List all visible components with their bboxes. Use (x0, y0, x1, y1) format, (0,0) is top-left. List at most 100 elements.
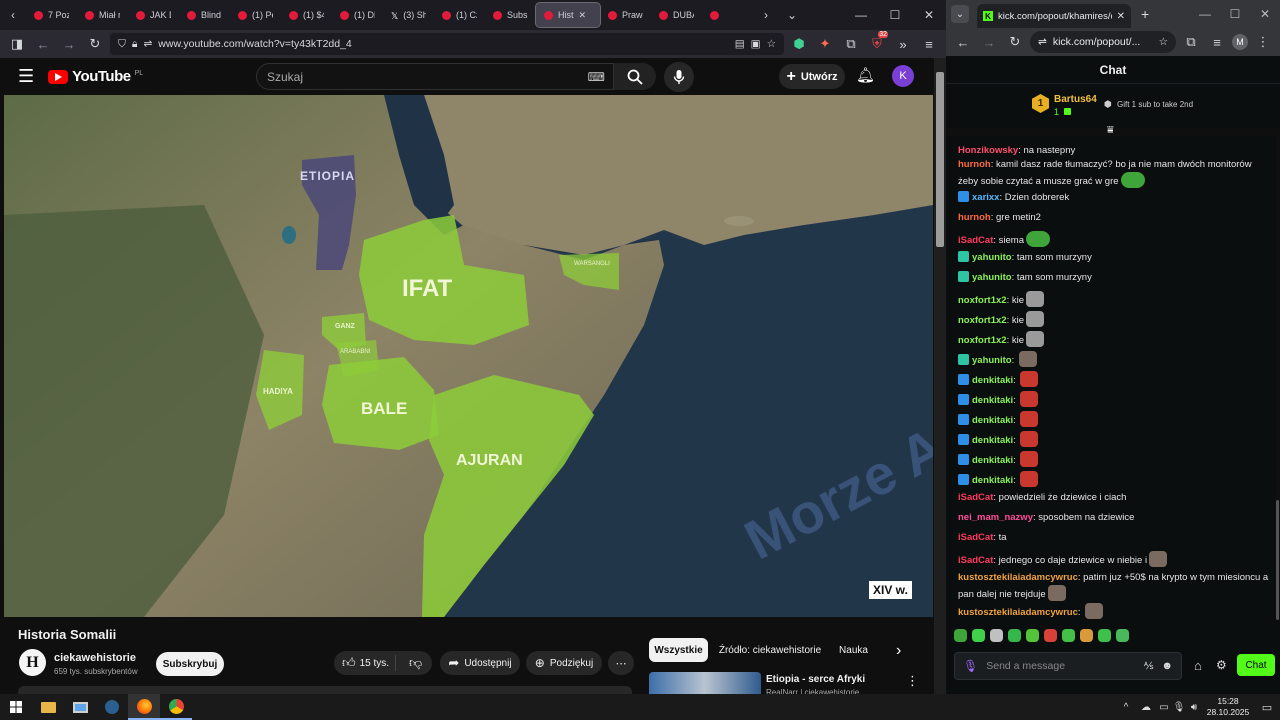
close-tab-icon[interactable]: ✕ (1117, 11, 1125, 22)
chat-username[interactable]: denkitaki (972, 395, 1013, 406)
permissions-icon[interactable]: ⇌ (143, 38, 152, 50)
moderator-badge-icon[interactable] (958, 474, 969, 485)
description-box[interactable] (18, 686, 632, 694)
chat-emote-icon[interactable] (1149, 551, 1168, 567)
quick-emote-icon[interactable] (1044, 629, 1057, 642)
chat-username[interactable]: iSadCat (958, 492, 993, 503)
chrome-taskbar-icon[interactable] (160, 694, 192, 720)
search-input[interactable]: Szukaj ⌨ (256, 63, 614, 90)
thanks-button[interactable]: ⊕ Podziękuj (526, 651, 602, 675)
extensions-icon[interactable]: ⧉ (840, 36, 862, 52)
gift-sub-label[interactable]: Gift 1 sub to take 2nd (1117, 100, 1193, 109)
new-tab-icon[interactable]: + (1141, 6, 1149, 22)
dislike-button[interactable]: 👎︎ (401, 655, 422, 671)
volume-icon[interactable]: 🔊︎ (1186, 702, 1202, 713)
chat-emote-icon[interactable] (1120, 172, 1145, 188)
url-bar[interactable]: ⛉ 🔒︎ ⇌ www.youtube.com/watch?v=ty43kT2dd… (110, 33, 784, 55)
moderator-badge-icon[interactable] (958, 414, 969, 425)
chat-username[interactable]: noxfort1x2 (958, 315, 1007, 326)
chat-emote-icon[interactable] (1020, 411, 1039, 427)
voice-input-icon[interactable]: 🎙︎ (963, 659, 978, 673)
control-panel-icon[interactable] (64, 694, 96, 720)
chrome-profile-avatar[interactable]: M (1232, 34, 1248, 50)
video-player[interactable]: ETIOPIA IFAT WARSANGLI GANZ ARABABNI HAD… (4, 95, 933, 617)
file-explorer-icon[interactable] (32, 694, 64, 720)
firefox-tab[interactable]: (1) Pe (230, 0, 281, 30)
chat-username[interactable]: denkitaki (972, 435, 1013, 446)
create-button[interactable]: + Utwórz (779, 64, 845, 89)
subscriber-badge-icon[interactable] (958, 271, 969, 282)
chat-username[interactable]: kustosztekilaiadamcywruc (958, 607, 1078, 618)
firefox-tab[interactable]: 𝕏 (3) Sh (383, 0, 434, 30)
chrome-maximize-icon[interactable]: ☐ (1220, 7, 1250, 21)
quick-emote-icon[interactable] (1080, 629, 1093, 642)
network-icon[interactable]: ▭ (1156, 702, 1172, 713)
firefox-tab[interactable]: Miał r (77, 0, 128, 30)
subscribe-button[interactable]: Subskrybuj (156, 652, 224, 676)
quick-emote-icon[interactable] (954, 629, 967, 642)
forward-icon[interactable]: → (58, 37, 80, 52)
firefox-tab[interactable]: (1) DL (332, 0, 383, 30)
moderator-badge-icon[interactable] (958, 394, 969, 405)
quick-emote-icon[interactable] (972, 629, 985, 642)
chat-username[interactable]: denkitaki (972, 455, 1013, 466)
shield-icon[interactable]: ⛉ (118, 38, 126, 51)
firefox-tab[interactable]: Prawd (600, 0, 651, 30)
extension-fox-icon[interactable]: ✦ (814, 36, 836, 52)
page-scrollbar[interactable] (934, 58, 946, 694)
chat-input[interactable]: 🎙︎ Send a message ⅍ ☻ (954, 652, 1182, 680)
quick-emote-icon[interactable] (1008, 629, 1021, 642)
moderator-badge-icon[interactable] (958, 374, 969, 385)
tray-overflow-icon[interactable]: ^ (1116, 702, 1136, 713)
send-chat-button[interactable]: Chat (1237, 654, 1275, 676)
close-tab-icon[interactable]: ✕ (579, 10, 587, 21)
chat-emote-icon[interactable] (1026, 331, 1045, 347)
chat-username[interactable]: hurnoh (958, 159, 991, 170)
subscriber-badge-icon[interactable] (958, 354, 969, 365)
chat-username[interactable]: denkitaki (972, 375, 1013, 386)
start-button[interactable] (0, 694, 32, 720)
firefox-tab[interactable]: DUBA (651, 0, 702, 30)
bookmark-star-icon[interactable]: ☆ (767, 38, 776, 50)
chat-username[interactable]: denkitaki (972, 415, 1013, 426)
sidebar-toggle-icon[interactable]: ◨ (6, 36, 28, 52)
pip-icon[interactable]: ▣ (751, 38, 761, 50)
chrome-menu-icon[interactable]: ⋮ (1252, 34, 1274, 50)
chat-emote-icon[interactable] (1020, 451, 1039, 467)
steam-icon[interactable] (96, 694, 128, 720)
recommended-thumbnail[interactable] (649, 672, 761, 694)
voice-search-button[interactable] (664, 62, 694, 92)
app-menu-icon[interactable]: ≡ (918, 37, 940, 52)
chrome-back-icon[interactable]: ← (952, 35, 974, 50)
recommended-title[interactable]: Etiopia - serce Afryki (766, 674, 865, 685)
keyboard-icon[interactable]: ⌨ (588, 70, 605, 84)
chat-emote-icon[interactable] (1020, 371, 1039, 387)
filter-chip[interactable]: Źródło: ciekawehistorie (713, 638, 827, 662)
chrome-omnibox[interactable]: ⇌ kick.com/popout/... ☆ (1030, 31, 1176, 53)
emoji-picker-icon[interactable]: ☻ (1161, 660, 1173, 672)
quick-emote-icon[interactable] (1062, 629, 1075, 642)
chat-emote-icon[interactable] (1047, 585, 1066, 601)
translate-icon[interactable]: ⅍ (1144, 661, 1153, 672)
lock-icon[interactable]: 🔒︎ (132, 38, 138, 51)
chat-username[interactable]: hurnoh (958, 212, 991, 223)
chrome-forward-icon[interactable]: → (978, 35, 1000, 50)
extension-ublock-icon[interactable]: ⛨ 32 (866, 31, 888, 52)
notifications-icon[interactable]: ▭ (1254, 701, 1280, 714)
site-info-icon[interactable]: ⇌ (1038, 36, 1047, 48)
onedrive-icon[interactable]: ☁ (1136, 702, 1156, 713)
firefox-tab[interactable] (702, 0, 753, 30)
chat-username[interactable]: noxfort1x2 (958, 295, 1007, 306)
url-text[interactable]: www.youtube.com/watch?v=ty43kT2dd_4 (158, 38, 728, 50)
maximize-icon[interactable]: ☐ (878, 8, 912, 22)
chat-username[interactable]: iSadCat (958, 555, 993, 566)
chat-settings-icon[interactable]: ⚙ (1216, 658, 1227, 672)
chat-username[interactable]: iSadCat (958, 532, 993, 543)
chrome-tab-active[interactable]: K kick.com/popout/khamires/cha ✕ (977, 4, 1131, 28)
tab-list-icon[interactable]: ⌄ (779, 8, 805, 22)
minimize-icon[interactable]: — (844, 8, 878, 22)
moderator-badge-icon[interactable] (958, 434, 969, 445)
quick-emote-icon[interactable] (1026, 629, 1039, 642)
chrome-minimize-icon[interactable]: — (1190, 7, 1220, 21)
firefox-tab[interactable]: 7 Pozn (26, 0, 77, 30)
